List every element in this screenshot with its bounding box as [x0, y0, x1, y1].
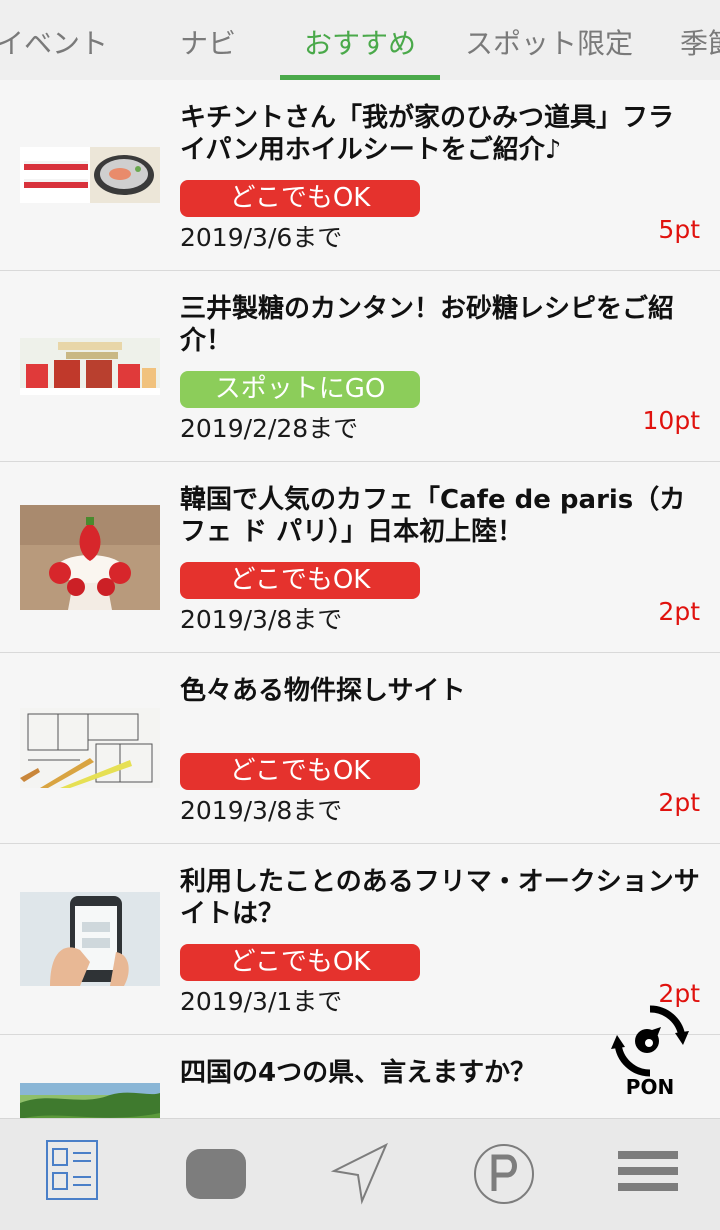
points-icon[interactable]: [459, 1129, 549, 1219]
landscape-thumbnail: [20, 1083, 160, 1118]
list-item[interactable]: 韓国で人気のカフェ「Cafe de paris（カフェ ド パリ）」日本初上陸！…: [0, 462, 720, 653]
pon-recycle-icon: [611, 1005, 689, 1077]
list-item[interactable]: キチントさん「我が家のひみつ道具」フライパン用ホイルシートをご紹介♪ どこでもO…: [0, 80, 720, 271]
tab-recommended[interactable]: おすすめ: [304, 22, 416, 62]
tab-seasonal[interactable]: 季節: [680, 22, 720, 62]
item-title: 利用したことのあるフリマ・オークションサイトは？: [180, 867, 700, 929]
list-item[interactable]: 三井製糖のカンタン！お砂糖レシピをご紹介！ スポットにGO 2019/2/28ま…: [0, 271, 720, 462]
location-badge: どこでもOK: [180, 753, 420, 790]
location-badge: どこでもOK: [180, 944, 420, 981]
points-value: 2pt: [658, 788, 700, 817]
item-title: 韓国で人気のカフェ「Cafe de paris（カフェ ド パリ）」日本初上陸！: [180, 485, 686, 547]
tab-navi[interactable]: ナビ: [180, 22, 236, 62]
tab-spot-limited[interactable]: スポット限定: [465, 22, 633, 62]
category-tab-bar: イベント ナビ おすすめ スポット限定 季節: [0, 0, 720, 80]
item-title: キチントさん「我が家のひみつ道具」フライパン用ホイルシートをご紹介♪: [180, 103, 675, 165]
deadline-text: 2019/3/8まで: [180, 796, 343, 825]
deadline-text: 2019/3/6まで: [180, 223, 343, 252]
bottom-navigation: [0, 1118, 720, 1230]
points-value: 2pt: [658, 597, 700, 626]
deadline-text: 2019/2/28まで: [180, 414, 359, 443]
item-title: 色々ある物件探しサイト: [180, 676, 466, 706]
list-icon[interactable]: [27, 1129, 117, 1219]
tab-event[interactable]: イベント: [0, 22, 108, 62]
deadline-text: 2019/3/8まで: [180, 605, 343, 634]
pon-button[interactable]: PON: [605, 1003, 695, 1103]
location-badge: どこでもOK: [180, 562, 420, 599]
chat-bubble-icon[interactable]: [170, 1129, 260, 1219]
item-title: 三井製糖のカンタン！お砂糖レシピをご紹介！: [180, 294, 675, 356]
menu-icon[interactable]: [603, 1129, 693, 1219]
strawberry-parfait-thumbnail: [20, 505, 160, 610]
floor-plan-thumbnail: [20, 708, 160, 788]
deadline-text: 2019/3/1まで: [180, 987, 343, 1016]
points-value: 5pt: [658, 215, 700, 244]
location-badge: どこでもOK: [180, 180, 420, 217]
location-badge: スポットにGO: [180, 371, 420, 408]
foil-sheet-thumbnail: [20, 147, 160, 203]
navigation-arrow-icon[interactable]: [316, 1129, 406, 1219]
sugar-products-thumbnail: [20, 338, 160, 395]
points-value: 10pt: [642, 406, 700, 435]
recommendation-list[interactable]: キチントさん「我が家のひみつ道具」フライパン用ホイルシートをご紹介♪ どこでもO…: [0, 80, 720, 1118]
list-item[interactable]: 色々ある物件探しサイト どこでもOK 2019/3/8まで 2pt: [0, 653, 720, 844]
smartphone-hand-thumbnail: [20, 892, 160, 986]
pon-label: PON: [625, 1075, 675, 1099]
